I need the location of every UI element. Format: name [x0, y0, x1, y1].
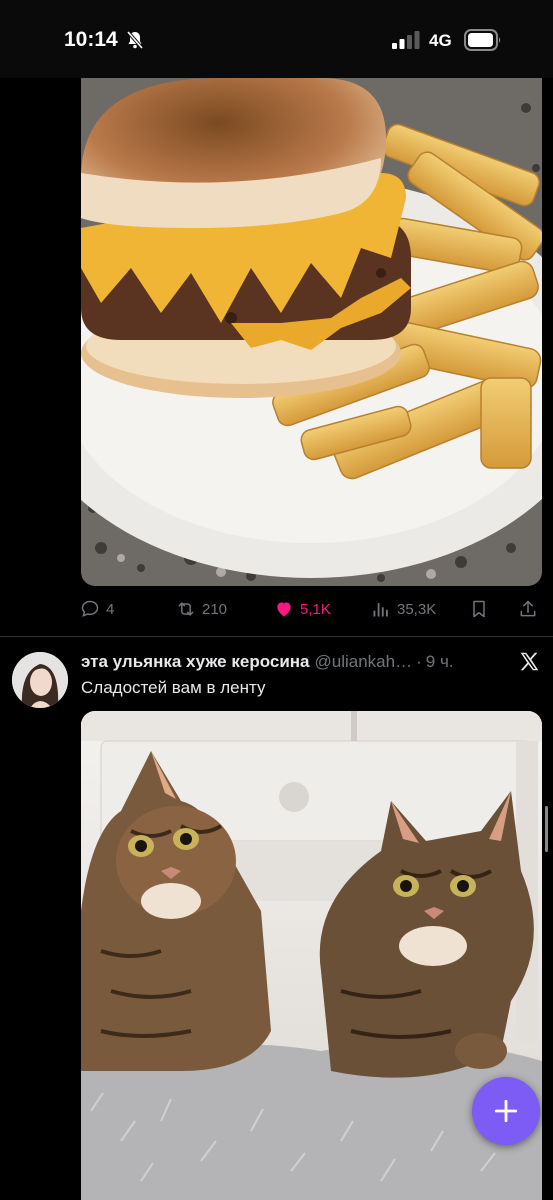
heart-icon: [277, 602, 291, 617]
like-button[interactable]: 5,1K: [274, 596, 331, 622]
repost-icon: [178, 602, 194, 616]
author-avatar[interactable]: [12, 652, 68, 708]
author-name[interactable]: эта ульянка хуже керосина: [81, 652, 310, 672]
share-icon: [520, 600, 536, 617]
repost-button[interactable]: 210: [176, 596, 227, 622]
x-logo-icon[interactable]: [519, 651, 540, 672]
reply-button[interactable]: 4: [80, 596, 114, 622]
views-icon: [373, 603, 388, 617]
cats-photo: [81, 711, 542, 1200]
scroll-indicator: [545, 806, 548, 852]
tweet-time[interactable]: 9 ч.: [426, 652, 454, 672]
author-handle[interactable]: @uliankah…: [315, 652, 413, 672]
network-type: 4G: [429, 31, 452, 50]
tweet-text: Сладостей вам в ленту: [81, 678, 266, 697]
reply-count: 4: [106, 600, 115, 618]
bookmark-button[interactable]: [469, 596, 495, 622]
status-time: 10:14: [64, 28, 118, 51]
burger-photo: [81, 78, 542, 586]
views-button[interactable]: 35,3K: [371, 596, 436, 622]
share-button[interactable]: [518, 596, 544, 622]
tweet-image-burger[interactable]: [81, 78, 542, 586]
tweet-action-bar: 4 210 5,1K 35,3K: [80, 596, 542, 622]
like-count: 5,1K: [300, 600, 331, 618]
signal-icon: [392, 31, 420, 49]
tweet-divider: [0, 636, 553, 637]
repost-count: 210: [202, 600, 228, 618]
tweet-header: эта ульянка хуже керосина @uliankah… · 9…: [81, 650, 454, 674]
status-bar: 10:14 4G: [0, 0, 553, 78]
bookmark-icon: [473, 600, 485, 618]
compose-button[interactable]: [472, 1077, 540, 1145]
header-separator: ·: [416, 652, 422, 671]
battery-icon: [464, 29, 501, 51]
avatar-photo: [12, 652, 68, 708]
bell-slash-icon: [126, 30, 144, 50]
reply-icon: [81, 600, 99, 617]
plus-icon: [494, 1099, 518, 1123]
tweet-image-cats[interactable]: [81, 711, 542, 1200]
views-count: 35,3K: [397, 600, 437, 618]
